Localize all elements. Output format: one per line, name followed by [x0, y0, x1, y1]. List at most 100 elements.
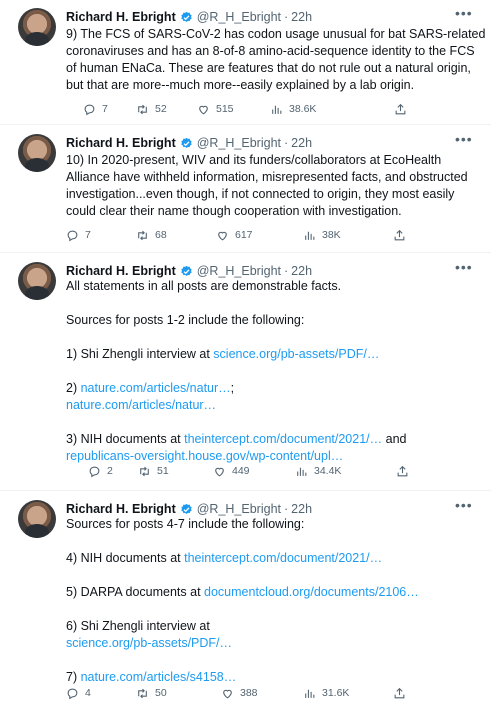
avatar[interactable] — [18, 500, 56, 538]
retweet-icon — [138, 104, 147, 114]
like-count: 388 — [240, 687, 258, 699]
views-button[interactable]: 34.4K — [295, 462, 341, 480]
more-icon[interactable]: ••• — [455, 259, 473, 275]
reply-icon — [67, 230, 78, 241]
reply-button[interactable]: 2 — [88, 462, 113, 480]
reply-count: 7 — [102, 103, 108, 115]
text-line: Sources for posts 1-2 include the follow… — [66, 313, 305, 327]
share-icon — [394, 229, 405, 240]
verified-badge-icon — [181, 265, 192, 276]
reply-icon — [67, 688, 78, 699]
text-line: 9) The FCS of SARS-CoV-2 has codon usage… — [66, 27, 486, 41]
like-count: 515 — [216, 103, 234, 115]
more-icon[interactable]: ••• — [455, 5, 473, 21]
like-icon — [199, 105, 208, 114]
avatar[interactable] — [18, 262, 56, 300]
tweet-1[interactable]: Richard H. Ebright @R_H_Ebright · 22h ••… — [0, 0, 491, 124]
text-line: 2) nature.com/articles/natur…; — [66, 380, 476, 397]
views-count: 38.6K — [289, 103, 317, 115]
retweet-count: 50 — [155, 687, 167, 699]
share-button[interactable] — [393, 226, 412, 244]
reply-button[interactable]: 7 — [66, 226, 91, 244]
tweet-header: Richard H. Ebright @R_H_Ebright · 22h — [66, 263, 312, 279]
link[interactable]: documentcloud.org/documents/2106… — [204, 585, 419, 599]
link[interactable]: theintercept.com/document/2021/… — [184, 432, 382, 446]
link[interactable]: republicans-oversight.house.gov/wp-conte… — [66, 449, 343, 463]
author-handle[interactable]: @R_H_Ebright — [197, 9, 281, 25]
tweet-2[interactable]: Richard H. Ebright @R_H_Ebright · 22h ••… — [0, 126, 491, 252]
views-button[interactable]: 38.6K — [270, 100, 316, 118]
timestamp[interactable]: 22h — [291, 9, 312, 25]
author-name[interactable]: Richard H. Ebright — [66, 9, 176, 25]
link[interactable]: nature.com/articles/natur… — [66, 398, 216, 412]
author-name[interactable]: Richard H. Ebright — [66, 135, 176, 151]
text-line: could clear their name though cooperatio… — [66, 204, 402, 218]
retweet-button[interactable]: 52 — [136, 100, 167, 118]
text-line: coronaviruses and has an 8-of-8 amino-ac… — [66, 44, 475, 58]
link[interactable]: science.org/pb-assets/PDF/… — [213, 347, 379, 361]
tweet-header: Richard H. Ebright @R_H_Ebright · 22h — [66, 501, 312, 517]
author-handle[interactable]: @R_H_Ebright — [197, 501, 281, 517]
avatar[interactable] — [18, 8, 56, 46]
timestamp[interactable]: 22h — [291, 135, 312, 151]
retweet-icon — [140, 466, 149, 476]
separator: · — [284, 136, 289, 150]
retweet-button[interactable]: 51 — [138, 462, 169, 480]
text-span: ; — [230, 381, 235, 395]
like-button[interactable]: 515 — [197, 100, 234, 118]
more-icon[interactable]: ••• — [455, 497, 473, 513]
action-bar: 7 52 515 38.6K — [66, 100, 486, 118]
share-button[interactable] — [396, 462, 415, 480]
like-button[interactable]: 449 — [213, 462, 250, 480]
text-line: science.org/pb-assets/PDF/… — [66, 635, 476, 652]
like-count: 449 — [232, 465, 250, 477]
action-bar: 2 51 449 34.4K — [66, 462, 486, 480]
retweet-icon — [138, 688, 147, 698]
link[interactable]: nature.com/articles/s4158… — [81, 670, 237, 684]
timestamp[interactable]: 22h — [291, 263, 312, 279]
link[interactable]: theintercept.com/document/2021/… — [184, 551, 382, 565]
views-icon — [305, 689, 315, 698]
retweet-count: 68 — [155, 229, 167, 241]
retweet-button[interactable]: 50 — [136, 684, 167, 702]
divider — [0, 252, 491, 253]
tweet-4[interactable]: Richard H. Ebright @R_H_Ebright · 22h ••… — [0, 492, 491, 711]
tweet-text: 10) In 2020-present, WIV and its funders… — [66, 152, 476, 220]
text-line: nature.com/articles/natur… — [66, 397, 476, 414]
text-line: All statements in all posts are demonstr… — [66, 279, 342, 293]
link[interactable]: science.org/pb-assets/PDF/… — [66, 636, 232, 650]
reply-count: 2 — [107, 465, 113, 477]
views-button[interactable]: 38K — [303, 226, 341, 244]
separator: · — [284, 10, 289, 24]
verified-badge-icon — [181, 503, 192, 514]
author-name[interactable]: Richard H. Ebright — [66, 501, 176, 517]
author-name[interactable]: Richard H. Ebright — [66, 263, 176, 279]
like-button[interactable]: 388 — [221, 684, 258, 702]
text-span: and — [382, 432, 407, 446]
tweet-3[interactable]: Richard H. Ebright @R_H_Ebright · 22h ••… — [0, 254, 491, 490]
reply-button[interactable]: 4 — [66, 684, 91, 702]
more-icon[interactable]: ••• — [455, 131, 473, 147]
text-span: 3) NIH documents at — [66, 432, 185, 446]
link[interactable]: nature.com/articles/natur… — [81, 381, 231, 395]
tweet-header: Richard H. Ebright @R_H_Ebright · 22h — [66, 9, 312, 25]
retweet-button[interactable]: 68 — [136, 226, 167, 244]
text-span: 4) NIH documents at — [66, 551, 185, 565]
divider — [0, 490, 491, 491]
text-span: 7) — [66, 670, 81, 684]
author-handle[interactable]: @R_H_Ebright — [197, 135, 281, 151]
tweet-text: Sources for posts 4-7 include the follow… — [66, 516, 476, 686]
timestamp[interactable]: 22h — [291, 501, 312, 517]
avatar[interactable] — [18, 134, 56, 172]
text-line: 10) In 2020-present, WIV and its funders… — [66, 153, 442, 167]
views-button[interactable]: 31.6K — [303, 684, 349, 702]
share-button[interactable] — [394, 100, 413, 118]
author-handle[interactable]: @R_H_Ebright — [197, 263, 281, 279]
reply-button[interactable]: 7 — [83, 100, 108, 118]
tweet-header: Richard H. Ebright @R_H_Ebright · 22h — [66, 135, 312, 151]
share-button[interactable] — [393, 684, 412, 702]
like-button[interactable]: 617 — [216, 226, 253, 244]
views-icon — [297, 467, 307, 476]
reply-icon — [89, 466, 100, 477]
text-line: investigation...even though, if not conn… — [66, 187, 455, 201]
